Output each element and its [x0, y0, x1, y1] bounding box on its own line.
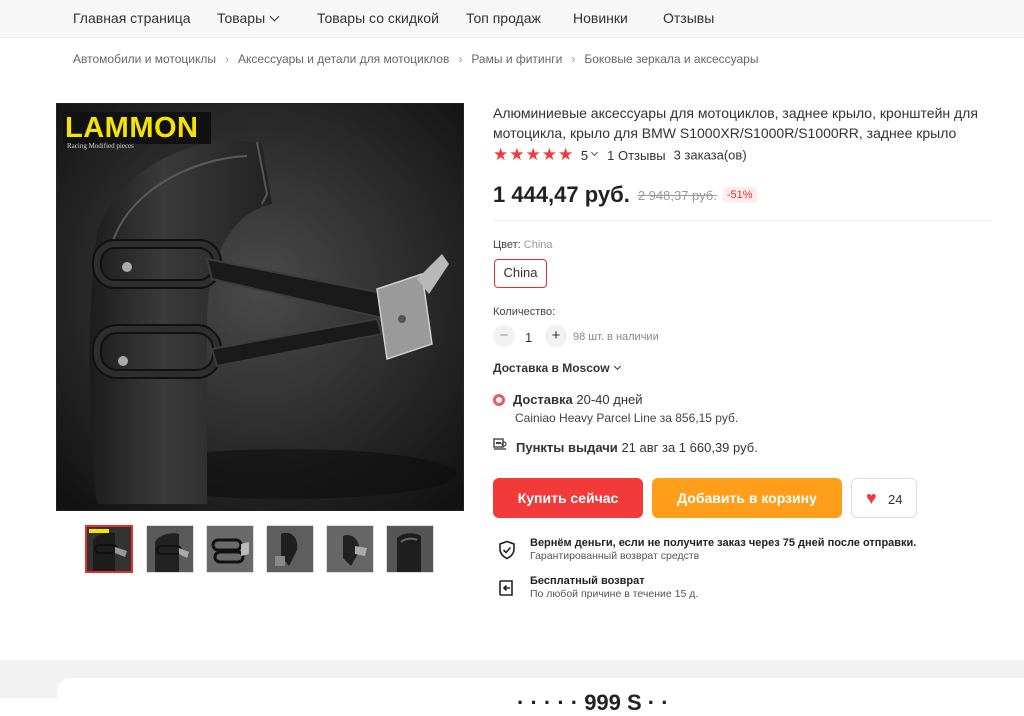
nav-discounts[interactable]: Товары со скидкой — [317, 10, 439, 26]
thumbnail-image — [327, 526, 373, 572]
chevron-right-icon: › — [571, 52, 576, 66]
thumbnail-1[interactable] — [85, 525, 133, 573]
bottom-card: · · · · · 999 S · · — [57, 678, 1024, 715]
star-icon: ★ — [493, 145, 509, 164]
chevron-down-icon — [613, 362, 621, 371]
guarantee-return-subtitle: По любой причине в течение 15 д. — [530, 588, 699, 600]
nav-top-sales-label: Топ продаж — [466, 10, 541, 26]
current-price: 1 444,47 руб. — [493, 182, 630, 207]
breadcrumb-item[interactable]: Рамы и фитинги — [471, 52, 562, 66]
thumbnail-6[interactable] — [386, 525, 434, 573]
breadcrumb-item[interactable]: Аксессуары и детали для мотоциклов — [238, 52, 449, 66]
nav-new-label: Новинки — [573, 10, 628, 26]
thumbnail-image — [87, 527, 131, 571]
color-label-row: Цвет: China — [493, 239, 553, 251]
brand-logo: LAMMON — [65, 112, 199, 144]
delivery-option-title: Доставка — [513, 392, 573, 407]
thumbnail-2[interactable] — [146, 525, 194, 573]
color-selected-value: China — [523, 239, 553, 251]
nav-reviews[interactable]: Отзывы — [663, 10, 714, 26]
color-option-china[interactable]: China — [494, 259, 547, 288]
old-price: 2 948,37 руб. — [637, 187, 717, 203]
thumbnail-image — [387, 526, 433, 572]
breadcrumb-item[interactable]: Автомобили и мотоциклы — [73, 52, 216, 66]
delivery-location-label: Доставка в Moscow — [493, 361, 610, 375]
discount-badge: -51% — [722, 187, 757, 203]
nav-products-label: Товары — [217, 10, 266, 26]
return-box-icon — [499, 580, 513, 596]
delivery-location-select[interactable]: Доставка в Moscow — [493, 361, 621, 375]
divider — [493, 220, 991, 221]
favorite-button[interactable]: ♥ 24 — [851, 478, 917, 518]
quantity-increase-button[interactable]: + — [545, 325, 567, 347]
bottom-card-heading-partial: · · · · · 999 S · · — [517, 690, 669, 715]
nav-new[interactable]: Новинки — [573, 10, 628, 26]
pickup-info: 21 авг за 1 660,39 руб. — [621, 440, 758, 455]
product-main-image[interactable]: LAMMON Racing Modified pieces — [56, 103, 464, 511]
thumbnail-image — [207, 526, 253, 572]
heart-icon: ♥ — [866, 488, 877, 508]
rating-stars: ★★★★★ — [493, 146, 574, 164]
rating-row: ★★★★★ 51 Отзывы 3 заказа(ов) — [493, 146, 747, 164]
thumbnail-4[interactable] — [266, 525, 314, 573]
chevron-down-icon[interactable] — [591, 149, 599, 157]
top-nav: Главная страница Товары Товары со скидко… — [0, 0, 1024, 38]
nav-home[interactable]: Главная страница — [73, 10, 191, 26]
quantity-decrease-button[interactable]: − — [493, 325, 515, 347]
nav-discounts-label: Товары со скидкой — [317, 10, 439, 26]
shield-check-icon — [499, 540, 515, 560]
chevron-right-icon: › — [225, 52, 230, 66]
nav-reviews-label: Отзывы — [663, 10, 715, 26]
brand-logo-subtitle: Racing Modified pieces — [67, 142, 134, 150]
color-label: Цвет: — [493, 239, 521, 251]
product-title: Алюминиевые аксессуары для мотоциклов, з… — [493, 105, 978, 141]
delivery-option: Доставка 20-40 дней — [513, 392, 643, 407]
guarantee-return-title: Бесплатный возврат — [530, 575, 645, 587]
guarantee-refund-title: Вернём деньги, если не получите заказ че… — [530, 537, 917, 549]
nav-top-sales[interactable]: Топ продаж — [466, 10, 541, 26]
guarantee-refund-subtitle: Гарантированный возврат средств — [530, 550, 700, 562]
thumbnail-5[interactable] — [326, 525, 374, 573]
delivery-option-radio[interactable] — [493, 394, 505, 406]
breadcrumb-item[interactable]: Боковые зеркала и аксессуары — [584, 52, 758, 66]
favorites-count: 24 — [888, 492, 903, 507]
star-icon: ★ — [541, 145, 557, 164]
thumbnail-3[interactable] — [206, 525, 254, 573]
thumbnail-image — [267, 526, 313, 572]
nav-home-label: Главная страница — [73, 10, 191, 26]
rating-value[interactable]: 5 — [581, 148, 588, 163]
nav-products[interactable]: Товары — [217, 10, 280, 26]
stock-info: 98 шт. в наличии — [573, 331, 659, 343]
price-row: 1 444,47 руб. 2 948,37 руб. -51% — [493, 182, 757, 208]
star-icon: ★ — [558, 145, 574, 164]
orders-count: 3 заказа(ов) — [673, 147, 747, 163]
quantity-label: Количество: — [493, 306, 556, 318]
thumbnail-image — [147, 526, 193, 572]
quantity-value[interactable]: 1 — [525, 330, 532, 345]
delivery-option-days: 20-40 дней — [576, 392, 643, 407]
star-icon: ★ — [525, 145, 541, 164]
reviews-link[interactable]: 1 Отзывы — [607, 148, 665, 163]
pickup-points: Пункты выдачи 21 авг за 1 660,39 руб. — [516, 440, 758, 455]
chevron-right-icon: › — [458, 52, 463, 66]
pickup-point-icon — [493, 438, 507, 450]
pickup-title: Пункты выдачи — [516, 440, 618, 455]
product-photo-fender — [57, 104, 463, 510]
breadcrumb: Автомобили и мотоциклы › Аксессуары и дета… — [73, 52, 758, 66]
delivery-carrier: Cainiao Heavy Parcel Line за 856,15 руб. — [515, 411, 739, 425]
add-to-cart-button[interactable]: Добавить в корзину — [652, 478, 842, 518]
star-icon: ★ — [509, 145, 525, 164]
buy-now-button[interactable]: Купить сейчас — [493, 478, 643, 518]
chevron-down-icon — [269, 11, 280, 22]
